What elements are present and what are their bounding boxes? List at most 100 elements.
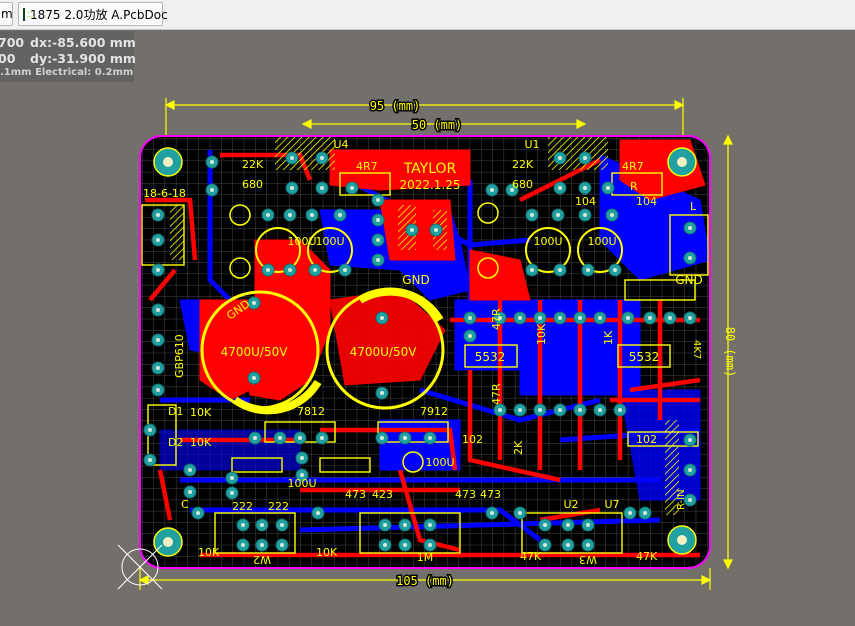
pad-hole [556, 213, 560, 217]
label-gnd-right: GND [675, 273, 703, 287]
pad-hole [518, 408, 522, 412]
pad-hole [280, 543, 284, 547]
label-cap-100u-6: 100U [287, 477, 316, 490]
label-author: TAYLOR [403, 161, 457, 177]
pad-hole [196, 511, 200, 515]
label-bridge: GBP610 [173, 334, 186, 378]
resistor-value-label: 473 [480, 488, 501, 501]
resistor-value-label: 1K [602, 330, 615, 345]
pad-hole [530, 213, 534, 217]
pad-hole [310, 213, 314, 217]
pad-hole [338, 213, 342, 217]
pad-hole [252, 376, 256, 380]
label-left-date: 18-6-18 [143, 187, 186, 200]
label-ic-u2: U2 [563, 498, 578, 511]
pad-hole [253, 436, 257, 440]
pad-hole [376, 198, 380, 202]
pad-hole [300, 456, 304, 460]
resistor-value-label: 10K [198, 546, 220, 559]
pad-hole [376, 218, 380, 222]
pad-hole [210, 188, 214, 192]
pad-hole [210, 160, 214, 164]
resistor-value-label: 473 [455, 488, 476, 501]
label-cap-100u-4: 100U [587, 235, 616, 248]
pad-hole [578, 316, 582, 320]
label-cap-100u-1: 100U [287, 235, 316, 248]
resistor-value-label: 222 [268, 500, 289, 513]
label-misc-d1: D1 [168, 405, 183, 418]
pad-hole [428, 543, 432, 547]
pad-hole [290, 156, 294, 160]
pad-hole [586, 268, 590, 272]
pad-hole [403, 543, 407, 547]
pad-hole [266, 213, 270, 217]
pad-hole [241, 543, 245, 547]
pad-hole [530, 268, 534, 272]
pad-hole [648, 316, 652, 320]
pad-hole [583, 213, 587, 217]
pad-hole [543, 523, 547, 527]
pad-hole [313, 268, 317, 272]
label-cap-big-right: 4700U/50V [350, 345, 418, 359]
pad-hole [260, 523, 264, 527]
pad-hole [156, 268, 160, 272]
pad-hole [230, 491, 234, 495]
coordinate-hud: 700 dx:-85.600 mm 00 dy:-31.900 mm .1mm … [0, 31, 136, 82]
pad-hole [403, 523, 407, 527]
hud-x-value: 700 [0, 35, 25, 50]
pad-hole [566, 543, 570, 547]
pad-hole [383, 543, 387, 547]
pad-hole [156, 388, 160, 392]
pad-hole [626, 316, 630, 320]
pad-hole [558, 156, 562, 160]
pad-hole [618, 408, 622, 412]
pad-hole [320, 186, 324, 190]
pad-hole [558, 186, 562, 190]
pad-hole [566, 523, 570, 527]
pad-hole [518, 511, 522, 515]
pad-hole [610, 213, 614, 217]
pad-hole [668, 316, 672, 320]
pad-hole [490, 511, 494, 515]
resistor-value-label: 22K [512, 158, 534, 171]
resistor-value-label: 47R [490, 308, 503, 330]
label-pot-w3: W3 [579, 553, 597, 566]
label-cap-100u-5: 100U [425, 456, 454, 469]
resistor-value-label: 102 [462, 433, 483, 446]
label-regulator-7912: 7912 [420, 405, 448, 418]
resistor-value-label: 4R7 [356, 160, 378, 173]
pad-hole [266, 268, 270, 272]
pad-hole [498, 408, 502, 412]
pcb-canvas[interactable]: 95 (mm) 50 (mm) 105 (mm) 80 (mm) TAYLOR … [0, 0, 855, 626]
pad-hole [230, 476, 234, 480]
label-pot-1m: 1M [417, 551, 434, 564]
label-misc-c: C [181, 498, 189, 511]
pad-hole [598, 408, 602, 412]
pad-hole [410, 228, 414, 232]
pad-hole [320, 156, 324, 160]
resistor-value-label: 473 [345, 488, 366, 501]
pad-hole [434, 228, 438, 232]
pad-hole [316, 511, 320, 515]
pad-hole [156, 308, 160, 312]
pad-hole [376, 258, 380, 262]
resistor-value-label: 47R [490, 383, 503, 405]
pad-hole [606, 186, 610, 190]
resistor-value-label: 104 [575, 195, 596, 208]
pad-hole [380, 391, 384, 395]
pad-hole [538, 316, 542, 320]
label-opamp-right: 5532 [629, 350, 660, 364]
hud-dy: dy:-31.900 mm [30, 51, 136, 66]
pad-hole [558, 316, 562, 320]
label-cap-big-left: 4700U/50V [221, 345, 289, 359]
pad-hole [156, 213, 160, 217]
resistor-value-label: 680 [242, 178, 263, 191]
pad-hole [468, 316, 472, 320]
pad-hole [280, 523, 284, 527]
label-ic-u7: U7 [604, 498, 619, 511]
pad-hole [688, 316, 692, 320]
label-opamp-left: 5532 [475, 350, 506, 364]
pad-hole [320, 436, 324, 440]
pad-hole [688, 438, 692, 442]
hud-dx: dx:-85.600 mm [30, 35, 136, 50]
